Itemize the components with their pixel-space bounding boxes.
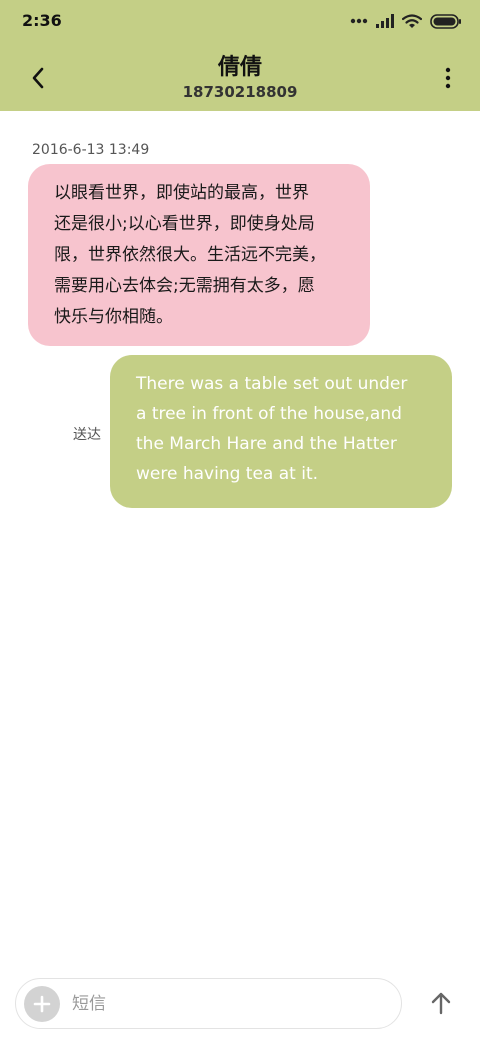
arrow-up-icon <box>431 992 451 1015</box>
message-line: a tree in front of the house,and <box>136 404 402 424</box>
message-line: were having tea at it. <box>136 464 319 484</box>
delivery-status: 送达 <box>73 427 101 443</box>
message-line: 限，世界依然很大。生活远不完美， <box>54 245 326 265</box>
message-line: 快乐与你相随。 <box>54 307 173 327</box>
status-time: 2:36 <box>22 11 62 30</box>
sms-input[interactable] <box>72 987 382 1021</box>
incoming-message-bubble[interactable]: 以眼看世界，即使站的最高，世界 还是很小;以心看世界，即使身处局 限，世界依然很… <box>28 164 370 346</box>
signal-icon <box>376 14 394 28</box>
wifi-icon <box>402 13 422 29</box>
battery-icon <box>430 13 462 29</box>
contact-number: 18730218809 <box>182 83 298 101</box>
contact-name: 倩倩 <box>217 55 262 80</box>
send-button[interactable] <box>424 986 458 1020</box>
message-line: 还是很小;以心看世界，即使身处局 <box>54 214 315 234</box>
more-dots-icon <box>350 18 368 24</box>
message-composer <box>15 978 402 1029</box>
more-vertical-icon <box>445 67 451 89</box>
attach-button[interactable] <box>24 986 60 1022</box>
more-options-button[interactable] <box>438 62 458 94</box>
plus-icon <box>33 995 51 1013</box>
app-header: 2:36 倩倩 18730218809 <box>0 0 480 111</box>
outgoing-message-bubble[interactable]: There was a table set out under a tree i… <box>110 355 452 508</box>
status-icons <box>350 10 462 32</box>
message-line: 以眼看世界，即使站的最高，世界 <box>54 183 309 203</box>
message-line: There was a table set out under <box>136 374 408 394</box>
message-timestamp: 2016-6-13 13:49 <box>32 142 150 158</box>
message-line: 需要用心去体会;无需拥有太多，愿 <box>54 276 315 296</box>
message-line: the March Hare and the Hatter <box>136 434 397 454</box>
